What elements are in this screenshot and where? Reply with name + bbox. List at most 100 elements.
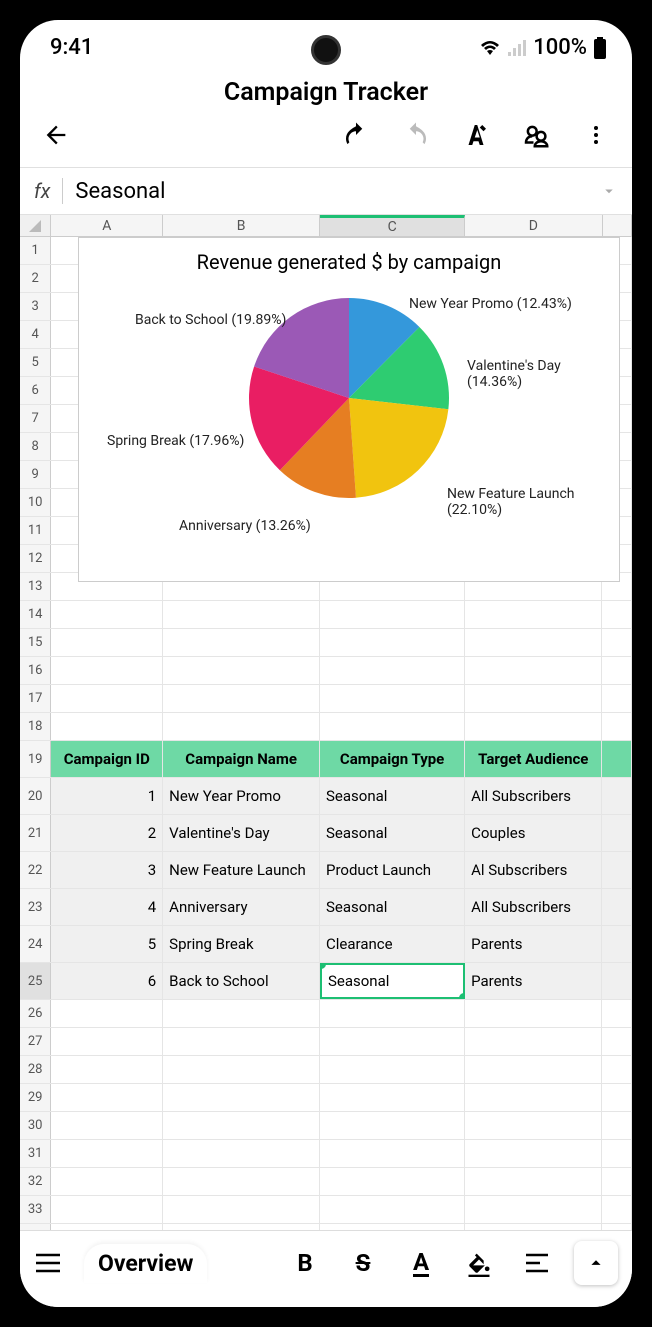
grid-row[interactable]: 15 <box>20 629 632 657</box>
chart-container[interactable]: Revenue generated $ by campaign New Year… <box>78 237 620 582</box>
strikethrough-button[interactable]: S <box>348 1249 378 1277</box>
cell-campaign-type[interactable]: Seasonal <box>320 963 465 999</box>
tab-overview[interactable]: Overview <box>84 1244 207 1283</box>
cell-target-audience[interactable]: Parents <box>465 926 602 962</box>
undo-button[interactable] <box>338 117 374 153</box>
align-button[interactable] <box>522 1252 552 1274</box>
row-header[interactable]: 24 <box>20 926 51 962</box>
cell-campaign-name[interactable]: Anniversary <box>163 889 320 925</box>
cell[interactable] <box>602 963 632 999</box>
row-header[interactable]: 3 <box>20 293 51 320</box>
table-row[interactable]: 23 4 Anniversary Seasonal All Subscriber… <box>20 889 632 926</box>
cell-campaign-type[interactable]: Seasonal <box>320 778 465 814</box>
more-menu-button[interactable] <box>578 117 614 153</box>
row-header[interactable]: 25 <box>20 963 51 999</box>
cell-campaign-name[interactable]: New Year Promo <box>163 778 320 814</box>
row-header[interactable]: 8 <box>20 433 51 460</box>
cell-target-audience[interactable]: All Subscribers <box>465 778 602 814</box>
grid-row[interactable]: 18 <box>20 713 632 741</box>
col-header-c[interactable]: C <box>320 215 465 236</box>
header-campaign-id[interactable]: Campaign ID <box>51 741 163 777</box>
row-header[interactable]: 5 <box>20 349 51 376</box>
table-row[interactable]: 25 6 Back to School Seasonal Parents <box>20 963 632 1000</box>
row-header[interactable]: 22 <box>20 852 51 888</box>
grid-row[interactable]: 34 <box>20 1224 632 1230</box>
row-header[interactable]: 29 <box>20 1084 51 1111</box>
sheets-menu-button[interactable] <box>34 1252 62 1274</box>
row-header[interactable]: 23 <box>20 889 51 925</box>
row-header[interactable]: 14 <box>20 601 51 628</box>
cell-target-audience[interactable]: Couples <box>465 815 602 851</box>
cell[interactable] <box>602 889 632 925</box>
font-color-button[interactable]: A <box>406 1250 436 1277</box>
row-header[interactable]: 12 <box>20 545 51 572</box>
cell-campaign-id[interactable]: 1 <box>51 778 163 814</box>
row-header[interactable]: 6 <box>20 377 51 404</box>
header-target-audience[interactable]: Target Audience <box>465 741 602 777</box>
style-button[interactable] <box>458 117 494 153</box>
cell[interactable] <box>602 815 632 851</box>
grid-row[interactable]: 29 <box>20 1084 632 1112</box>
grid-row[interactable]: 26 <box>20 1000 632 1028</box>
formula-bar[interactable]: fx Seasonal <box>20 168 632 215</box>
redo-button[interactable] <box>398 117 434 153</box>
formula-value[interactable]: Seasonal <box>75 179 588 204</box>
row-header[interactable]: 20 <box>20 778 51 814</box>
header-e[interactable] <box>602 741 632 777</box>
col-header-d[interactable]: D <box>465 215 602 236</box>
grid-row[interactable]: 33 <box>20 1196 632 1224</box>
formula-expand-icon[interactable] <box>600 182 618 200</box>
header-campaign-type[interactable]: Campaign Type <box>320 741 465 777</box>
cell-target-audience[interactable]: Al Subscribers <box>465 852 602 888</box>
row-header[interactable]: 13 <box>20 573 51 600</box>
cell-campaign-type[interactable]: Seasonal <box>320 815 465 851</box>
grid-row[interactable]: 30 <box>20 1112 632 1140</box>
header-campaign-name[interactable]: Campaign Name <box>163 741 320 777</box>
table-row[interactable]: 22 3 New Feature Launch Product Launch A… <box>20 852 632 889</box>
cell-campaign-id[interactable]: 5 <box>51 926 163 962</box>
grid-row[interactable]: 17 <box>20 685 632 713</box>
grid-row[interactable]: 31 <box>20 1140 632 1168</box>
table-row[interactable]: 21 2 Valentine's Day Seasonal Couples <box>20 815 632 852</box>
row-header[interactable]: 1 <box>20 237 51 264</box>
spreadsheet-grid[interactable]: A B C D 1 2 3 4 5 <box>20 215 632 1230</box>
row-header[interactable]: 26 <box>20 1000 51 1027</box>
row-header[interactable]: 28 <box>20 1056 51 1083</box>
cell-campaign-id[interactable]: 4 <box>51 889 163 925</box>
grid-row[interactable]: 16 <box>20 657 632 685</box>
expand-toolbar-button[interactable] <box>574 1241 618 1285</box>
table-row[interactable]: 24 5 Spring Break Clearance Parents <box>20 926 632 963</box>
fill-color-button[interactable] <box>464 1249 494 1277</box>
back-button[interactable] <box>38 117 74 153</box>
cell-campaign-type[interactable]: Product Launch <box>320 852 465 888</box>
cell-target-audience[interactable]: All Subscribers <box>465 889 602 925</box>
cell[interactable] <box>602 778 632 814</box>
cell[interactable] <box>602 926 632 962</box>
row-header[interactable]: 19 <box>20 741 51 777</box>
col-header-e[interactable] <box>603 215 632 236</box>
row-header[interactable]: 17 <box>20 685 51 712</box>
table-row[interactable]: 20 1 New Year Promo Seasonal All Subscri… <box>20 778 632 815</box>
cell-campaign-id[interactable]: 3 <box>51 852 163 888</box>
row-header[interactable]: 27 <box>20 1028 51 1055</box>
row-header[interactable]: 32 <box>20 1168 51 1195</box>
grid-row[interactable]: 14 <box>20 601 632 629</box>
grid-row[interactable]: 28 <box>20 1056 632 1084</box>
cell-campaign-type[interactable]: Seasonal <box>320 889 465 925</box>
cell-campaign-id[interactable]: 6 <box>51 963 163 999</box>
select-all-corner[interactable] <box>20 215 51 236</box>
row-header[interactable]: 10 <box>20 489 51 516</box>
grid-row[interactable]: 27 <box>20 1028 632 1056</box>
row-header[interactable]: 7 <box>20 405 51 432</box>
row-header[interactable]: 31 <box>20 1140 51 1167</box>
cell-campaign-name[interactable]: Spring Break <box>163 926 320 962</box>
row-header[interactable]: 11 <box>20 517 51 544</box>
bold-button[interactable]: B <box>290 1249 320 1277</box>
row-header[interactable]: 9 <box>20 461 51 488</box>
row-header[interactable]: 33 <box>20 1196 51 1223</box>
grid-row[interactable]: 32 <box>20 1168 632 1196</box>
cell-campaign-id[interactable]: 2 <box>51 815 163 851</box>
row-header[interactable]: 18 <box>20 713 51 740</box>
cell-campaign-name[interactable]: Back to School <box>163 963 320 999</box>
row-header[interactable]: 2 <box>20 265 51 292</box>
